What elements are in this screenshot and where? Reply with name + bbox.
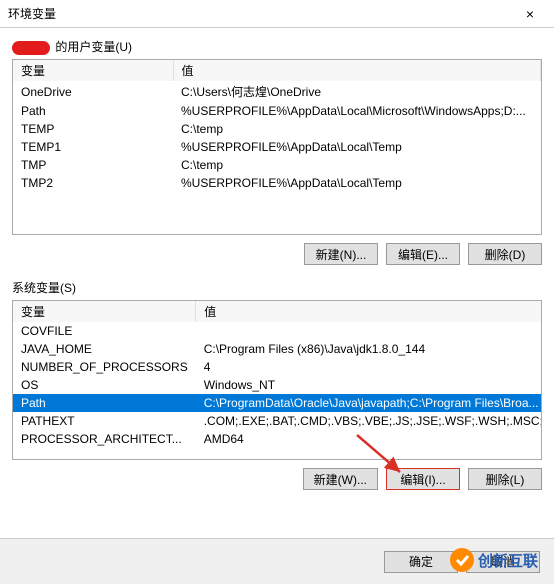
var-value: AMD64 xyxy=(196,430,542,448)
var-name: OneDrive xyxy=(13,81,173,102)
system-vars-group: 系统变量(S) 变量 值 COVFILEJAVA_HOMEC:\Program … xyxy=(12,279,542,490)
var-name: OS xyxy=(13,376,196,394)
system-vars-label: 系统变量(S) xyxy=(12,279,76,296)
var-value: 4 xyxy=(196,358,542,376)
var-name: TMP2 xyxy=(13,174,173,192)
user-vars-label: 的用户变量(U) xyxy=(12,38,132,55)
user-new-button[interactable]: 新建(N)... xyxy=(304,243,378,265)
var-value: Windows_NT xyxy=(196,376,542,394)
var-value: .COM;.EXE;.BAT;.CMD;.VBS;.VBE;.JS;.JSE;.… xyxy=(196,412,542,430)
user-edit-button[interactable]: 编辑(E)... xyxy=(386,243,460,265)
table-row[interactable]: TEMPC:\temp xyxy=(13,120,541,138)
user-vars-table[interactable]: 变量 值 OneDriveC:\Users\何志煌\OneDrivePath%U… xyxy=(12,59,542,235)
cancel-button[interactable]: 取消 xyxy=(466,551,540,573)
table-row[interactable]: TMP2%USERPROFILE%\AppData\Local\Temp xyxy=(13,174,541,192)
user-delete-button[interactable]: 删除(D) xyxy=(468,243,542,265)
col-value[interactable]: 值 xyxy=(196,301,542,322)
window-title: 环境变量 xyxy=(8,5,514,22)
table-row[interactable]: TMPC:\temp xyxy=(13,156,541,174)
table-row[interactable]: NUMBER_OF_PROCESSORS4 xyxy=(13,358,542,376)
table-row[interactable]: JAVA_HOMEC:\Program Files (x86)\Java\jdk… xyxy=(13,340,542,358)
system-edit-button[interactable]: 编辑(I)... xyxy=(386,468,460,490)
table-row[interactable]: OneDriveC:\Users\何志煌\OneDrive xyxy=(13,81,541,102)
table-row[interactable]: PATHEXT.COM;.EXE;.BAT;.CMD;.VBS;.VBE;.JS… xyxy=(13,412,542,430)
system-vars-table[interactable]: 变量 值 COVFILEJAVA_HOMEC:\Program Files (x… xyxy=(12,300,542,460)
system-delete-button[interactable]: 删除(L) xyxy=(468,468,542,490)
var-value: C:\Users\何志煌\OneDrive xyxy=(173,81,541,102)
redacted-username xyxy=(12,41,50,55)
var-value: %USERPROFILE%\AppData\Local\Temp xyxy=(173,174,541,192)
titlebar: 环境变量 × xyxy=(0,0,554,28)
col-name[interactable]: 变量 xyxy=(13,60,173,81)
table-row[interactable]: PROCESSOR_ARCHITECT...AMD64 xyxy=(13,430,542,448)
var-value: %USERPROFILE%\AppData\Local\Microsoft\Wi… xyxy=(173,102,541,120)
ok-button[interactable]: 确定 xyxy=(384,551,458,573)
var-value: C:\temp xyxy=(173,120,541,138)
user-vars-group: 的用户变量(U) 变量 值 OneDriveC:\Users\何志煌\OneDr… xyxy=(12,38,542,265)
var-name: TEMP xyxy=(13,120,173,138)
table-row[interactable]: OSWindows_NT xyxy=(13,376,542,394)
system-new-button[interactable]: 新建(W)... xyxy=(303,468,378,490)
var-name: Path xyxy=(13,394,196,412)
user-vars-label-text: 的用户变量(U) xyxy=(55,40,132,54)
table-row[interactable]: Path%USERPROFILE%\AppData\Local\Microsof… xyxy=(13,102,541,120)
dialog-footer: 确定 取消 xyxy=(0,538,554,584)
var-name: Path xyxy=(13,102,173,120)
var-value: C:\temp xyxy=(173,156,541,174)
table-row[interactable]: COVFILE xyxy=(13,322,542,340)
var-value: %USERPROFILE%\AppData\Local\Temp xyxy=(173,138,541,156)
var-value xyxy=(196,322,542,340)
var-name: COVFILE xyxy=(13,322,196,340)
var-name: PROCESSOR_ARCHITECT... xyxy=(13,430,196,448)
var-value: C:\Program Files (x86)\Java\jdk1.8.0_144 xyxy=(196,340,542,358)
table-row[interactable]: PathC:\ProgramData\Oracle\Java\javapath;… xyxy=(13,394,542,412)
var-name: JAVA_HOME xyxy=(13,340,196,358)
var-name: PATHEXT xyxy=(13,412,196,430)
var-name: TEMP1 xyxy=(13,138,173,156)
table-row[interactable]: TEMP1%USERPROFILE%\AppData\Local\Temp xyxy=(13,138,541,156)
var-name: NUMBER_OF_PROCESSORS xyxy=(13,358,196,376)
col-name[interactable]: 变量 xyxy=(13,301,196,322)
var-value: C:\ProgramData\Oracle\Java\javapath;C:\P… xyxy=(196,394,542,412)
col-value[interactable]: 值 xyxy=(173,60,541,81)
var-name: TMP xyxy=(13,156,173,174)
close-icon[interactable]: × xyxy=(514,6,546,22)
